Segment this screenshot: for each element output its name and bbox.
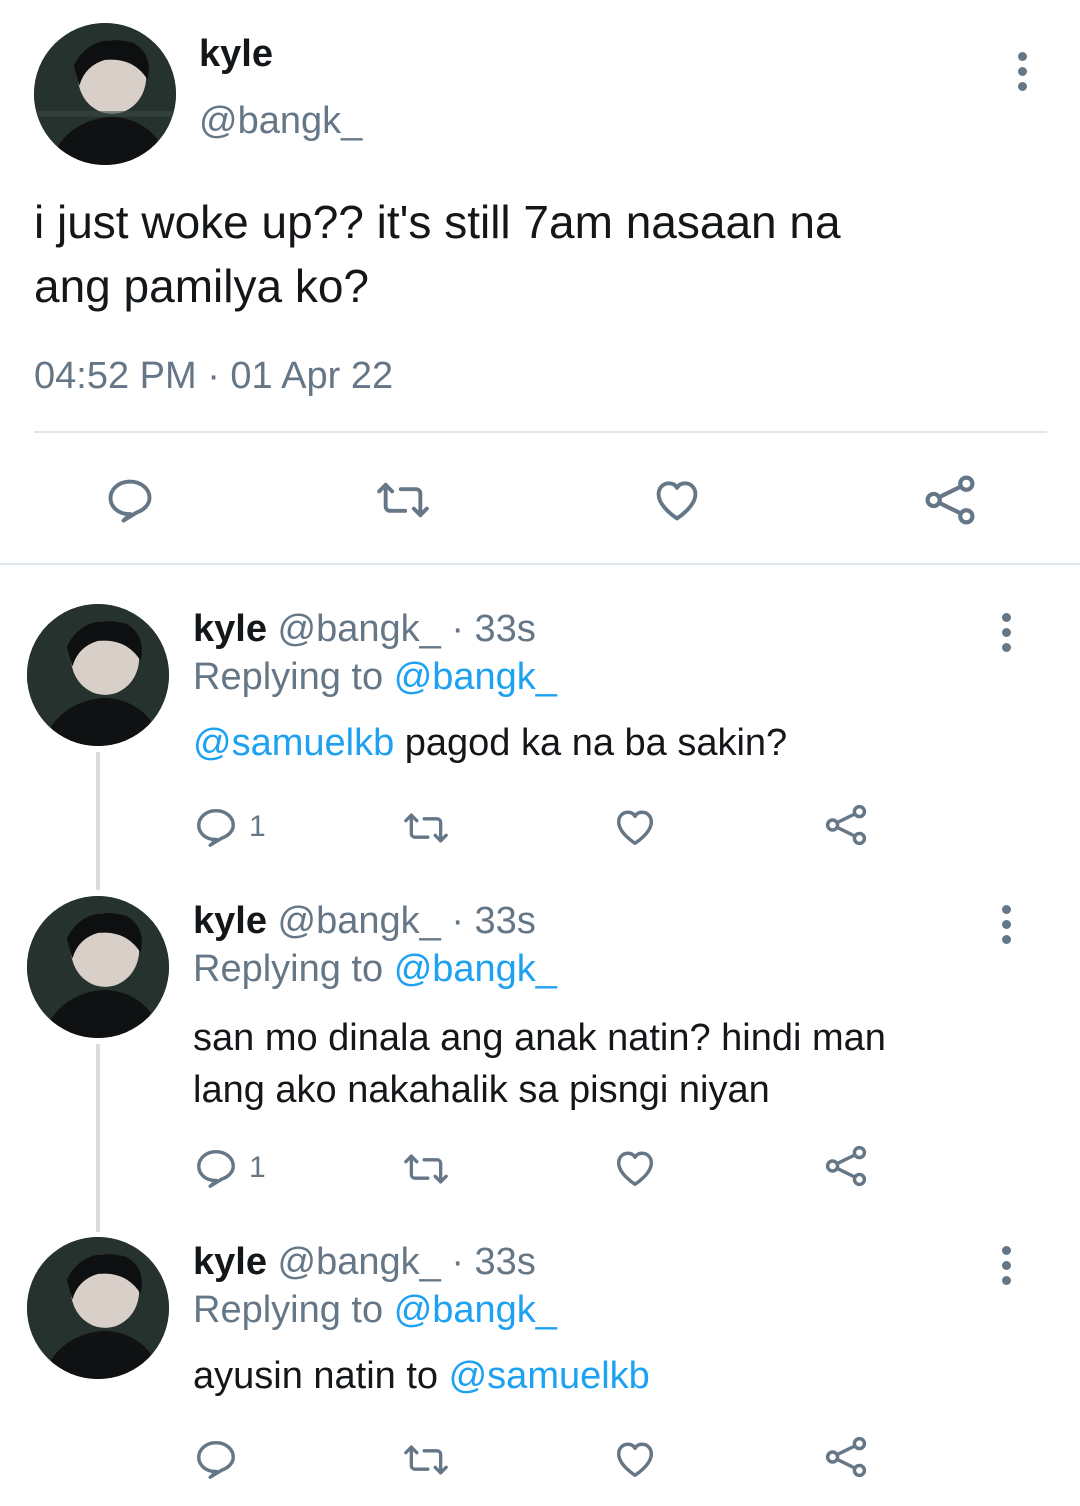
retweet-icon[interactable] bbox=[399, 1438, 453, 1482]
replying-to: Replying to @bangk_ bbox=[193, 948, 557, 991]
reply-text: san mo dinala ang anak natin? hindi man … bbox=[193, 1012, 886, 1116]
reply-text-line1: san mo dinala ang anak natin? hindi man bbox=[193, 1017, 886, 1059]
reply-action[interactable]: 1 bbox=[193, 804, 266, 850]
reply-text-line2: lang ako nakahalik sa pisngi niyan bbox=[193, 1069, 770, 1111]
reply-handle-time: @bangk_ · 33s bbox=[277, 900, 536, 942]
replying-handle-link[interactable]: @bangk_ bbox=[394, 1289, 557, 1331]
more-vert-icon[interactable] bbox=[999, 1246, 1013, 1291]
main-tweet-text-line1: i just woke up?? it's still 7am nasaan n… bbox=[34, 196, 841, 248]
retweet-icon[interactable] bbox=[399, 1147, 453, 1191]
share-icon[interactable] bbox=[922, 472, 978, 528]
replying-prefix: Replying to bbox=[193, 1289, 384, 1331]
reply-text: ayusin natin to @samuelkb bbox=[193, 1355, 650, 1398]
reply-avatar[interactable] bbox=[27, 896, 169, 1038]
share-icon[interactable] bbox=[823, 1143, 869, 1189]
avatar-image bbox=[27, 1237, 169, 1379]
main-timestamp[interactable]: 04:52 PM · 01 Apr 22 bbox=[34, 355, 393, 398]
reply-action[interactable]: 1 bbox=[193, 1145, 266, 1191]
avatar-image bbox=[27, 896, 169, 1038]
share-icon[interactable] bbox=[823, 1434, 869, 1480]
reply-header: kyle @bangk_ · 33s bbox=[193, 608, 536, 651]
replying-to: Replying to @bangk_ bbox=[193, 656, 557, 699]
like-icon[interactable] bbox=[612, 1145, 658, 1191]
replying-handle-link[interactable]: @bangk_ bbox=[394, 948, 557, 990]
divider bbox=[34, 431, 1047, 433]
reply-icon[interactable] bbox=[104, 474, 156, 526]
mention-link[interactable]: @samuelkb bbox=[193, 722, 394, 764]
reply-handle-time: @bangk_ · 33s bbox=[277, 608, 536, 650]
thread-line bbox=[96, 1044, 100, 1232]
reply-icon bbox=[193, 1145, 239, 1191]
reply-display-name[interactable]: kyle bbox=[193, 900, 267, 942]
reply-text-body: pagod ka na ba sakin? bbox=[394, 722, 788, 764]
reply-header: kyle @bangk_ · 33s bbox=[193, 1241, 536, 1284]
reply-count: 1 bbox=[249, 810, 266, 843]
reply-text-body: ayusin natin to bbox=[193, 1355, 449, 1397]
main-avatar[interactable] bbox=[34, 23, 176, 165]
main-tweet-text: i just woke up?? it's still 7am nasaan n… bbox=[34, 190, 841, 318]
more-vert-icon[interactable] bbox=[1015, 52, 1029, 97]
mention-link[interactable]: @samuelkb bbox=[449, 1355, 650, 1397]
reply-icon[interactable] bbox=[193, 1436, 239, 1482]
like-icon[interactable] bbox=[650, 474, 704, 526]
replying-to: Replying to @bangk_ bbox=[193, 1289, 557, 1332]
thread-line bbox=[96, 752, 100, 890]
like-icon[interactable] bbox=[612, 804, 658, 850]
reply-display-name[interactable]: kyle bbox=[193, 608, 267, 650]
share-icon[interactable] bbox=[823, 802, 869, 848]
replying-handle-link[interactable]: @bangk_ bbox=[394, 656, 557, 698]
main-handle[interactable]: @bangk_ bbox=[199, 100, 362, 143]
retweet-icon[interactable] bbox=[372, 474, 434, 526]
retweet-icon[interactable] bbox=[399, 806, 453, 850]
reply-handle-time: @bangk_ · 33s bbox=[277, 1241, 536, 1283]
reply-icon bbox=[193, 804, 239, 850]
avatar-image bbox=[34, 23, 176, 165]
replying-prefix: Replying to bbox=[193, 948, 384, 990]
reply-text: @samuelkb pagod ka na ba sakin? bbox=[193, 722, 787, 765]
main-display-name[interactable]: kyle bbox=[199, 33, 273, 76]
reply-count: 1 bbox=[249, 1151, 266, 1184]
reply-avatar[interactable] bbox=[27, 1237, 169, 1379]
main-tweet-text-line2: ang pamilya ko? bbox=[34, 260, 369, 312]
more-vert-icon[interactable] bbox=[999, 905, 1013, 950]
reply-display-name[interactable]: kyle bbox=[193, 1241, 267, 1283]
replying-prefix: Replying to bbox=[193, 656, 384, 698]
avatar-image bbox=[27, 604, 169, 746]
reply-header: kyle @bangk_ · 33s bbox=[193, 900, 536, 943]
section-divider bbox=[0, 563, 1080, 565]
like-icon[interactable] bbox=[612, 1436, 658, 1482]
more-vert-icon[interactable] bbox=[999, 613, 1013, 658]
reply-avatar[interactable] bbox=[27, 604, 169, 746]
